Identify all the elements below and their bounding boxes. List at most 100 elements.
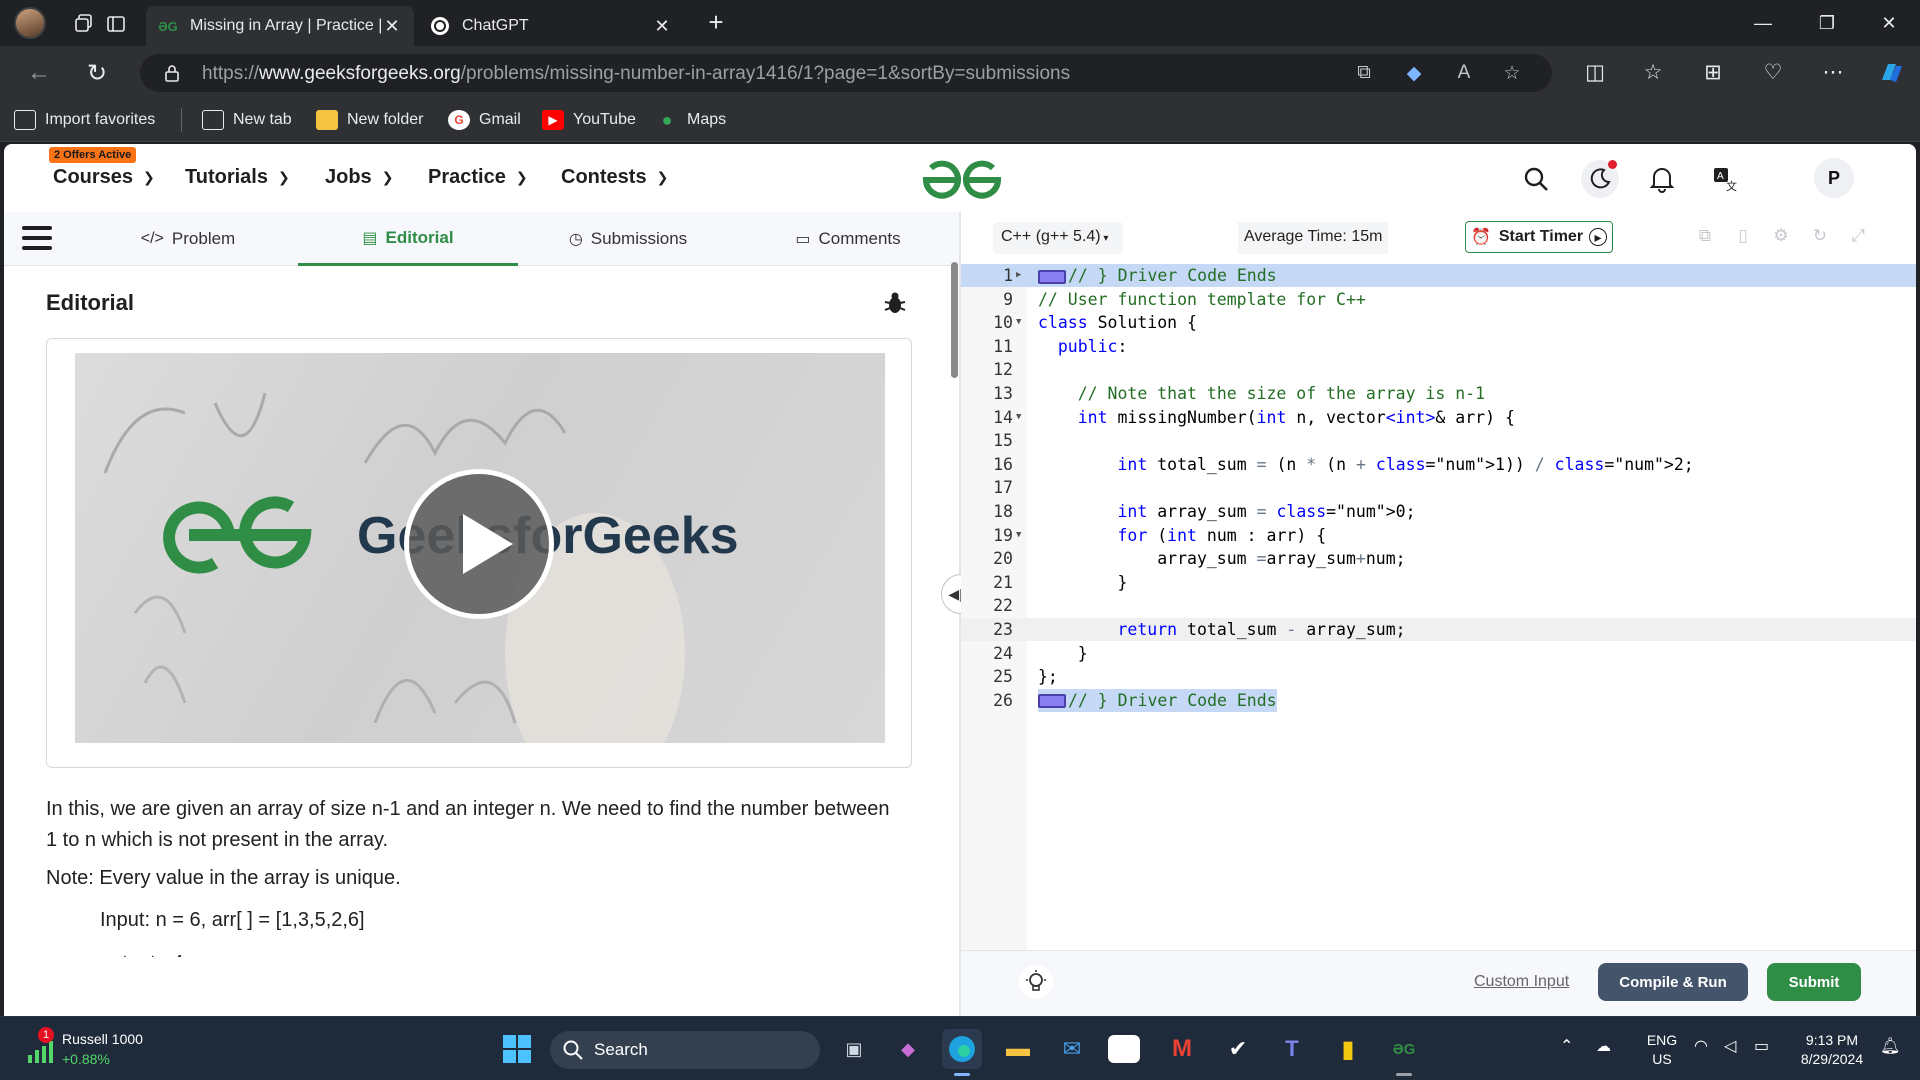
close-tab-icon[interactable]: ✕ — [382, 16, 402, 37]
bookmark-youtube[interactable]: ▶ YouTube — [542, 108, 636, 132]
code-line[interactable]: 17 — [961, 476, 1916, 499]
nav-jobs[interactable]: Jobs ❯ — [325, 166, 393, 189]
search-icon[interactable] — [1519, 162, 1553, 196]
edge-browser-icon[interactable] — [942, 1029, 982, 1069]
open-in-app-icon[interactable]: ⧉ — [1350, 62, 1378, 86]
folded-code-marker-icon[interactable] — [1038, 269, 1066, 284]
tab-editorial[interactable]: ▤ Editorial — [298, 212, 518, 266]
copilot-icon[interactable] — [1876, 58, 1906, 88]
code-line[interactable]: 11 public: — [961, 335, 1916, 358]
tab-comments[interactable]: ▭ Comments — [738, 212, 958, 266]
editorial-video-player[interactable]: GeeksforGeeks — [75, 353, 885, 743]
offers-badge[interactable]: 2 Offers Active — [49, 147, 137, 163]
copilot-app-icon[interactable]: ◆ — [888, 1029, 928, 1069]
tab-actions-icon[interactable] — [100, 8, 132, 40]
reset-code-icon[interactable]: ↻ — [1809, 226, 1831, 248]
folded-code-marker-icon[interactable] — [1038, 694, 1066, 709]
code-line[interactable]: 14 ▼ int missingNumber(int n, vector<int>… — [961, 406, 1916, 429]
report-bug-icon[interactable] — [882, 290, 908, 316]
power-bi-icon[interactable]: ▮ — [1328, 1029, 1368, 1069]
code-editor[interactable]: 1 ▶ // } Driver Code Ends 9 // User function… — [961, 264, 1916, 950]
language-indicator[interactable]: ENG US — [1640, 1031, 1684, 1069]
news-app-icon[interactable] — [1108, 1035, 1140, 1063]
fold-caret-down-icon[interactable]: ▼ — [1016, 406, 1026, 429]
url-field[interactable]: https://www.geeksforgeeks.org/problems/m… — [140, 54, 1552, 92]
file-upload-icon[interactable]: ▯ — [1732, 226, 1754, 248]
user-avatar[interactable]: P — [1814, 158, 1854, 198]
fullscreen-icon[interactable]: ⤢ — [1847, 226, 1869, 248]
close-tab-icon[interactable]: ✕ — [652, 16, 672, 37]
tab-problem[interactable]: </> Problem — [78, 212, 298, 266]
refresh-icon[interactable]: ↻ — [80, 56, 114, 90]
nav-courses[interactable]: Courses ❯ — [53, 166, 155, 189]
task-view-icon[interactable]: ▣ — [834, 1029, 874, 1069]
volume-icon[interactable]: ◁ — [1724, 1037, 1736, 1056]
settings-gear-icon[interactable]: ⚙ — [1770, 226, 1792, 248]
mail-icon[interactable]: ✉ — [1052, 1029, 1092, 1069]
start-timer-button[interactable]: ⏰ Start Timer ▸ — [1465, 221, 1613, 253]
fold-caret-down-icon[interactable]: ▼ — [1016, 524, 1026, 547]
tab-chatgpt[interactable]: ChatGPT ✕ — [418, 6, 684, 46]
restore-window-icon[interactable]: ❐ — [1804, 8, 1850, 38]
hint-lightbulb-icon[interactable] — [1019, 965, 1053, 999]
nav-practice[interactable]: Practice ❯ — [428, 166, 528, 189]
whiteboard-icon[interactable]: ✔ — [1218, 1029, 1258, 1069]
copy-icon[interactable]: ⧉ — [1694, 226, 1716, 248]
fold-caret-down-icon[interactable]: ▼ — [1016, 311, 1026, 334]
taskbar-search[interactable]: Search — [550, 1031, 820, 1069]
file-explorer-icon[interactable]: ▬ — [998, 1029, 1038, 1069]
code-line[interactable]: 18 int array_sum = class="num">0; — [961, 500, 1916, 523]
bookmark-maps[interactable]: ● Maps — [656, 108, 727, 132]
dark-mode-toggle[interactable] — [1581, 160, 1619, 198]
code-line[interactable]: 26 // } Driver Code Ends — [961, 688, 1916, 712]
tray-overflow-chevron-icon[interactable]: ⌃ — [1560, 1037, 1573, 1056]
close-window-icon[interactable]: ✕ — [1866, 8, 1912, 38]
nav-tutorials[interactable]: Tutorials ❯ — [185, 166, 290, 189]
submit-button[interactable]: Submit — [1767, 963, 1861, 1001]
minimize-window-icon[interactable]: — — [1740, 8, 1786, 38]
gfg-logo[interactable] — [920, 158, 1004, 202]
collections-icon[interactable]: ⊞ — [1698, 58, 1728, 88]
teams-icon[interactable]: T — [1272, 1029, 1312, 1069]
lock-icon[interactable] — [162, 63, 182, 83]
code-line[interactable]: 1 ▶ // } Driver Code Ends — [961, 264, 1916, 287]
code-line[interactable]: 13 // Note that the size of the array is… — [961, 382, 1916, 405]
tab-submissions[interactable]: ◷ Submissions — [518, 212, 738, 266]
browser-essentials-icon[interactable]: ♡ — [1758, 58, 1788, 88]
custom-input-link[interactable]: Custom Input — [1474, 973, 1569, 991]
read-aloud-icon[interactable]: A — [1450, 62, 1478, 86]
translate-icon[interactable]: A文 — [1708, 162, 1742, 196]
code-line[interactable]: 9 // User function template for C++ — [961, 288, 1916, 311]
onedrive-icon[interactable]: ☁ — [1596, 1037, 1611, 1056]
workspaces-icon[interactable] — [68, 8, 100, 40]
bookmark-gmail[interactable]: G Gmail — [448, 108, 521, 132]
code-line[interactable]: 16 int total_sum = (n * (n + class="num"… — [961, 453, 1916, 476]
clock-date[interactable]: 9:13 PM 8/29/2024 — [1790, 1031, 1874, 1069]
favorites-icon[interactable]: ☆ — [1638, 58, 1668, 88]
code-line[interactable]: 10 ▼ class Solution { — [961, 311, 1916, 334]
code-line[interactable]: 21 } — [961, 571, 1916, 594]
new-tab-plus-icon[interactable]: + — [700, 6, 732, 38]
windows-start-icon[interactable] — [497, 1029, 537, 1069]
battery-icon[interactable]: ▭ — [1754, 1037, 1769, 1056]
stock-widget[interactable]: 1 Russell 1000 +0.88% — [22, 1027, 172, 1071]
coupon-tag-icon[interactable]: ◆ — [1400, 62, 1428, 86]
code-line[interactable]: 12 — [961, 358, 1916, 381]
code-line[interactable]: 22 — [961, 594, 1916, 617]
fold-caret-right-icon[interactable]: ▶ — [1016, 264, 1026, 287]
language-select[interactable]: C++ (g++ 5.4) ▾ — [993, 222, 1123, 254]
compile-run-button[interactable]: Compile & Run — [1598, 963, 1748, 1001]
hamburger-menu-icon[interactable] — [22, 226, 52, 250]
bookmark-import-favorites[interactable]: Import favorites — [14, 108, 155, 132]
split-screen-icon[interactable]: ◫ — [1580, 58, 1610, 88]
play-button[interactable] — [404, 469, 554, 619]
settings-more-icon[interactable]: ⋯ — [1818, 58, 1848, 88]
tab-missing-in-array[interactable]: ƏG Missing in Array | Practice | Geeks ✕ — [146, 6, 414, 46]
bookmark-new-tab[interactable]: New tab — [202, 108, 292, 132]
code-line[interactable]: 20 array_sum =array_sum+num; — [961, 547, 1916, 570]
browser-profile-avatar[interactable] — [14, 7, 46, 39]
code-line[interactable]: 23 return total_sum - array_sum; — [961, 618, 1916, 641]
code-line[interactable]: 19 ▼ for (int num : arr) { — [961, 524, 1916, 547]
gfg-app-icon[interactable]: ƏG — [1384, 1029, 1424, 1069]
code-line[interactable]: 15 — [961, 429, 1916, 452]
